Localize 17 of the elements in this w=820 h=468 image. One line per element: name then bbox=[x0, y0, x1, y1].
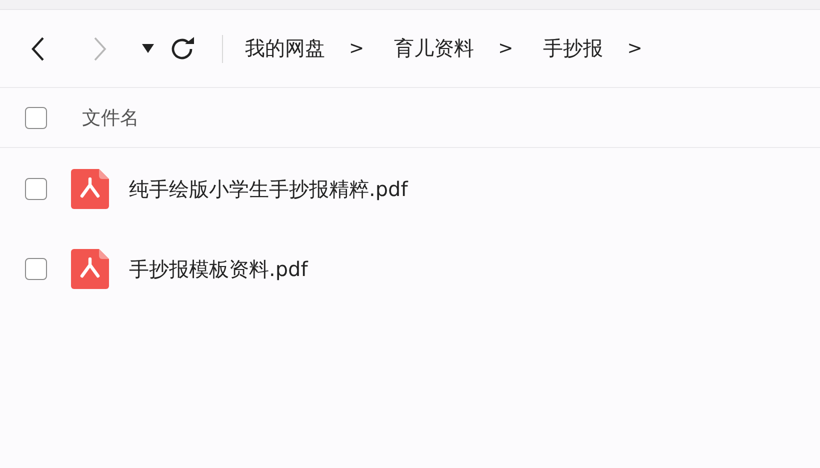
checkbox[interactable] bbox=[25, 106, 47, 128]
back-icon[interactable] bbox=[30, 36, 46, 62]
breadcrumb-separator: > bbox=[349, 38, 364, 59]
refresh-icon[interactable] bbox=[170, 36, 196, 60]
breadcrumb-separator: > bbox=[498, 38, 514, 59]
checkbox[interactable] bbox=[25, 178, 47, 200]
breadcrumb-link[interactable]: 我的网盘 bbox=[245, 35, 325, 62]
pdf-file-icon bbox=[71, 249, 109, 289]
breadcrumb-link[interactable]: 育儿资料 bbox=[394, 35, 474, 62]
file-name[interactable]: 手抄报模板资料.pdf bbox=[129, 256, 308, 282]
breadcrumb-link[interactable]: 手抄报 bbox=[543, 35, 604, 62]
breadcrumb-separator: > bbox=[627, 38, 642, 59]
column-header[interactable]: 文件名 bbox=[82, 104, 139, 130]
dropdown-icon[interactable] bbox=[142, 44, 154, 53]
checkbox[interactable] bbox=[25, 258, 47, 280]
file-name[interactable]: 纯手绘版小学生手抄报精粹.pdf bbox=[129, 176, 408, 202]
pdf-file-icon bbox=[71, 169, 109, 209]
